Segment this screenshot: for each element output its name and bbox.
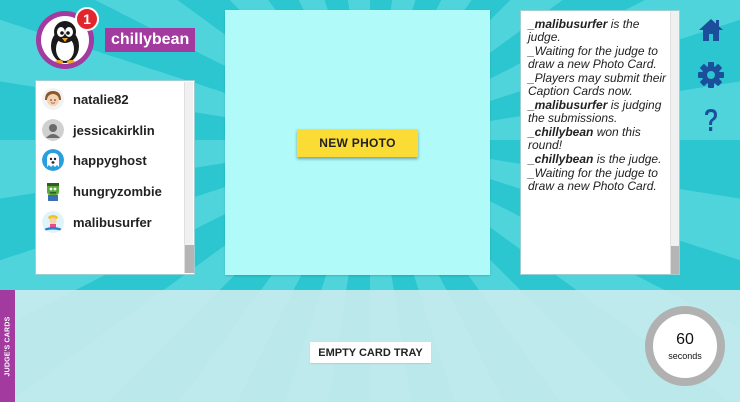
player-name: jessicakirklin bbox=[73, 122, 155, 138]
player-list[interactable]: natalie82 jessicakirklin happyghost hung… bbox=[35, 80, 195, 275]
empty-card-tray-label: EMPTY CARD TRAY bbox=[310, 342, 431, 363]
timer-unit: seconds bbox=[668, 351, 702, 361]
log-message: _chillybean is the judge. bbox=[528, 152, 662, 166]
player-list-scrollbar[interactable] bbox=[184, 82, 194, 273]
game-log-messages: _malibusurfer is the judge. _Waiting for… bbox=[528, 18, 670, 194]
log-message: _Players may submit their Caption Cards … bbox=[528, 71, 667, 98]
default-user-avatar-icon bbox=[42, 119, 64, 141]
log-message: _malibusurfer is the judge. bbox=[528, 17, 640, 44]
new-photo-button[interactable]: NEW PHOTO bbox=[297, 129, 418, 157]
player-name: natalie82 bbox=[73, 91, 129, 107]
scrollbar-thumb[interactable] bbox=[671, 246, 679, 274]
ghost-avatar-icon bbox=[42, 149, 64, 171]
log-message: _chillybean won this round! bbox=[528, 125, 641, 152]
player-item[interactable]: malibusurfer bbox=[42, 210, 182, 234]
question-icon[interactable] bbox=[697, 106, 725, 134]
player-item[interactable]: jessicakirklin bbox=[42, 118, 182, 142]
timer-value: 60 bbox=[676, 331, 694, 348]
judges-cards-tab[interactable]: JUDGE'S CARDS bbox=[0, 290, 15, 402]
girl-avatar-icon bbox=[42, 88, 64, 110]
game-log[interactable]: _malibusurfer is the judge. _Waiting for… bbox=[520, 10, 680, 275]
player-name: happyghost bbox=[73, 152, 147, 168]
notification-badge[interactable]: 1 bbox=[75, 7, 99, 31]
game-log-scrollbar[interactable] bbox=[670, 11, 679, 274]
judges-cards-tab-label: JUDGE'S CARDS bbox=[4, 316, 12, 376]
player-item[interactable]: hungryzombie bbox=[42, 179, 182, 203]
log-message: _Waiting for the judge to draw a new Pho… bbox=[528, 166, 658, 193]
player-name: malibusurfer bbox=[73, 214, 152, 230]
player-item[interactable]: natalie82 bbox=[42, 87, 182, 111]
log-message: _Waiting for the judge to draw a new Pho… bbox=[528, 44, 658, 71]
scrollbar-thumb[interactable] bbox=[185, 245, 194, 273]
player-name: hungryzombie bbox=[73, 183, 162, 199]
surfer-avatar-icon bbox=[42, 211, 64, 233]
log-message: _malibusurfer is judging the submissions… bbox=[528, 98, 662, 125]
player-item[interactable]: happyghost bbox=[42, 148, 182, 172]
home-icon[interactable] bbox=[697, 16, 725, 44]
username-label: chillybean bbox=[105, 28, 196, 52]
gear-icon[interactable] bbox=[697, 61, 725, 89]
zombie-avatar-icon bbox=[42, 180, 64, 202]
round-timer: 60 seconds bbox=[645, 306, 725, 386]
